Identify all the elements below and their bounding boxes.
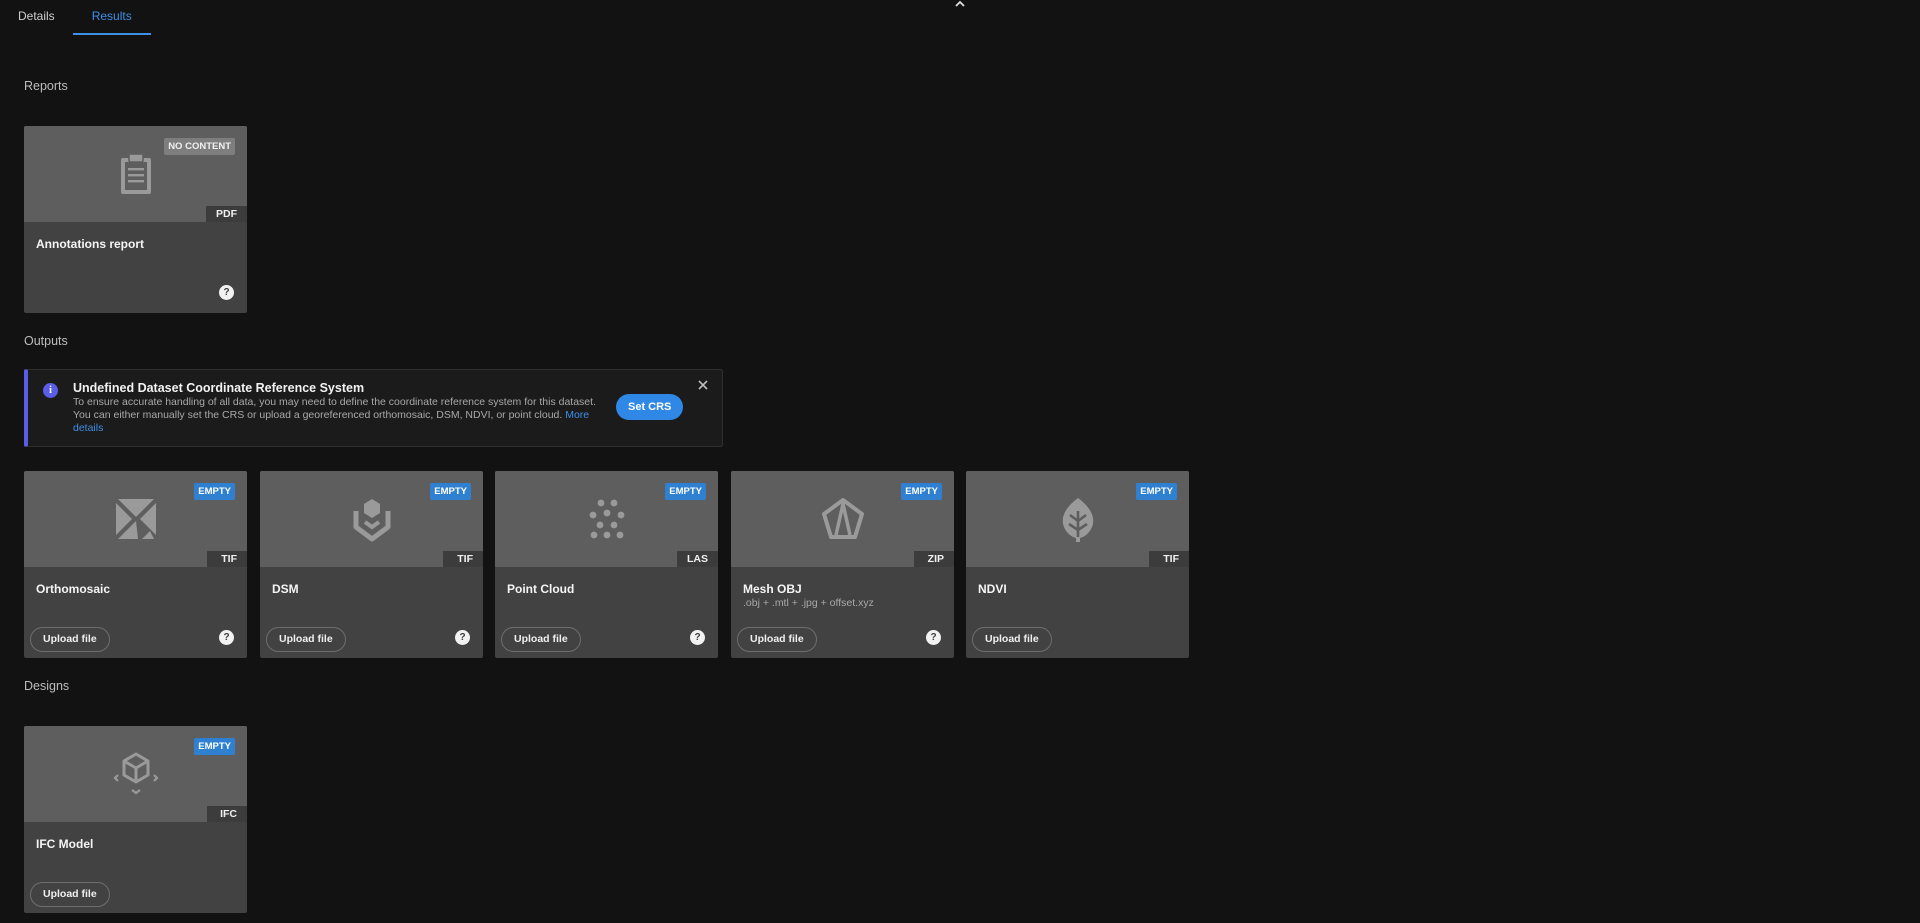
design-card-ifc-model[interactable]: EMPTY IFC IFC Model Upload file [24, 726, 247, 913]
card-thumbnail: NO CONTENT PDF [24, 126, 247, 222]
report-card-annotations[interactable]: NO CONTENT PDF Annotations report ? [24, 126, 247, 313]
file-type-label: TIF [207, 551, 247, 567]
alert-title: Undefined Dataset Coordinate Reference S… [73, 381, 365, 395]
upload-file-button[interactable]: Upload file [266, 627, 346, 652]
output-card-ndvi[interactable]: EMPTY TIF NDVI Upload file [966, 471, 1189, 658]
file-type-label: TIF [1149, 551, 1189, 567]
status-badge: EMPTY [194, 738, 235, 755]
chevron-up-icon[interactable] [952, 0, 968, 12]
tab-details[interactable]: Details [0, 0, 73, 35]
status-badge: EMPTY [194, 483, 235, 500]
file-type-label: ZIP [914, 551, 954, 567]
file-type-label: IFC [207, 806, 247, 822]
alert-body: To ensure accurate handling of all data,… [73, 396, 603, 435]
upload-file-button[interactable]: Upload file [972, 627, 1052, 652]
section-title-designs: Designs [24, 679, 70, 693]
section-title-reports: Reports [24, 79, 68, 93]
help-icon[interactable]: ? [219, 285, 234, 300]
output-card-mesh-obj[interactable]: EMPTY ZIP Mesh OBJ .obj + .mtl + .jpg + … [731, 471, 954, 658]
status-badge: NO CONTENT [164, 138, 235, 155]
card-title: Mesh OBJ [743, 582, 802, 596]
help-icon[interactable]: ? [690, 630, 705, 645]
leaf-icon [1062, 498, 1093, 542]
file-type-label: LAS [677, 551, 718, 567]
card-thumbnail: EMPTY IFC [24, 726, 247, 822]
tab-results[interactable]: Results [72, 0, 151, 35]
card-subtitle: .obj + .mtl + .jpg + offset.xyz [743, 597, 874, 609]
help-icon[interactable]: ? [219, 630, 234, 645]
card-title: Orthomosaic [36, 582, 111, 596]
upload-file-button[interactable]: Upload file [737, 627, 817, 652]
orthomosaic-icon [115, 499, 156, 539]
card-thumbnail: EMPTY TIF [260, 471, 483, 567]
file-type-label: TIF [443, 551, 483, 567]
output-card-point-cloud[interactable]: EMPTY LAS Point Cloud Upload file ? [495, 471, 718, 658]
card-title: NDVI [978, 582, 1007, 596]
card-thumbnail: EMPTY TIF [24, 471, 247, 567]
status-badge: EMPTY [1136, 483, 1177, 500]
status-badge: EMPTY [430, 483, 471, 500]
alert-message: To ensure accurate handling of all data,… [73, 396, 596, 421]
card-title: IFC Model [36, 837, 94, 851]
status-badge: EMPTY [901, 483, 942, 500]
point-cloud-icon [589, 499, 624, 539]
section-title-outputs: Outputs [24, 334, 68, 348]
upload-file-button[interactable]: Upload file [30, 882, 110, 907]
file-type-label: PDF [206, 206, 247, 222]
close-icon[interactable] [696, 378, 710, 392]
set-crs-button[interactable]: Set CRS [616, 394, 684, 420]
card-thumbnail: EMPTY ZIP [731, 471, 954, 567]
card-title: DSM [272, 582, 299, 596]
help-icon[interactable]: ? [926, 630, 941, 645]
dsm-icon [353, 499, 390, 542]
mesh-icon [821, 498, 864, 539]
help-icon[interactable]: ? [455, 630, 470, 645]
card-thumbnail: EMPTY TIF [966, 471, 1189, 567]
upload-file-button[interactable]: Upload file [30, 627, 110, 652]
output-card-orthomosaic[interactable]: EMPTY TIF Orthomosaic Upload file ? [24, 471, 247, 658]
card-thumbnail: EMPTY LAS [495, 471, 718, 567]
card-title: Annotations report [36, 237, 144, 251]
clipboard-icon [120, 153, 151, 194]
card-title: Point Cloud [507, 582, 575, 596]
info-icon: i [43, 383, 58, 398]
tab-bar: Details Results [0, 0, 151, 35]
upload-file-button[interactable]: Upload file [501, 627, 581, 652]
crs-alert: i Undefined Dataset Coordinate Reference… [24, 369, 723, 447]
status-badge: EMPTY [665, 483, 706, 500]
output-card-dsm[interactable]: EMPTY TIF DSM Upload file ? [260, 471, 483, 658]
cube-icon [112, 752, 159, 795]
